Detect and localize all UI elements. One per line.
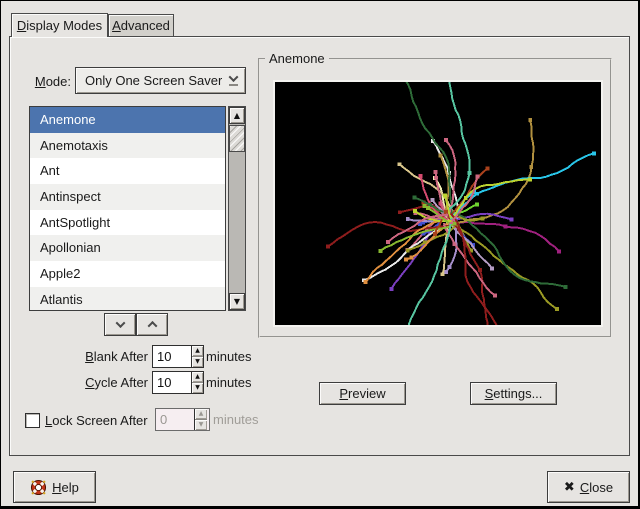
list-item[interactable]: Anemone <box>30 107 225 133</box>
list-item[interactable]: AntSpotlight <box>30 210 225 236</box>
blank-after-input[interactable] <box>153 346 191 367</box>
lock-after-unit: minutes <box>213 412 259 427</box>
blank-after-increment[interactable]: ▲ <box>192 346 203 356</box>
scroll-down-button[interactable]: ▼ <box>229 293 245 310</box>
lock-screen-label: Lock Screen After <box>45 413 148 428</box>
list-item[interactable]: Ant <box>30 158 225 184</box>
list-item[interactable]: Apple2 <box>30 261 225 287</box>
tab-advanced[interactable]: Advanced <box>108 14 174 36</box>
mode-label: Mode: <box>11 74 71 89</box>
close-button-label: Close <box>580 480 613 495</box>
cycle-after-unit: minutes <box>206 375 252 390</box>
list-item[interactable]: Atlantis <box>30 287 225 311</box>
cycle-after-input[interactable] <box>153 372 191 393</box>
list-scrollbar[interactable]: ▲ ▼ <box>228 106 246 311</box>
tab-advanced-label: Advanced <box>112 18 170 33</box>
blank-after-decrement[interactable]: ▼ <box>192 356 203 367</box>
preview-group-title: Anemone <box>265 51 329 66</box>
cycle-after-decrement[interactable]: ▼ <box>192 382 203 393</box>
spin-down-icon: ▼ <box>195 385 200 391</box>
scroll-up-icon: ▲ <box>234 112 240 120</box>
combo-arrow-icon <box>222 68 245 93</box>
list-item[interactable]: Antinspect <box>30 184 225 210</box>
cycle-after-spinner[interactable]: ▲ ▼ <box>152 371 204 394</box>
settings-button-label: Settings... <box>485 386 543 401</box>
mode-selected-value: Only One Screen Saver <box>76 73 222 88</box>
help-button-label: Help <box>52 480 79 495</box>
scrollbar-thumb[interactable] <box>229 125 245 152</box>
spin-down-icon: ▼ <box>199 422 204 428</box>
help-lifebuoy-icon <box>30 479 47 496</box>
mode-select[interactable]: Only One Screen Saver <box>75 67 246 94</box>
blank-after-unit: minutes <box>206 349 252 364</box>
help-button[interactable]: Help <box>13 471 96 503</box>
settings-button[interactable]: Settings... <box>470 382 557 405</box>
spin-up-icon: ▲ <box>195 348 200 354</box>
lock-screen-checkbox[interactable] <box>25 413 40 428</box>
list-item[interactable]: Anemotaxis <box>30 133 225 159</box>
lock-after-input <box>156 409 194 430</box>
list-item[interactable]: Apollonian <box>30 235 225 261</box>
lock-after-spinner: ▲ ▼ <box>155 408 210 431</box>
screensaver-preview <box>273 80 603 327</box>
chevron-down-icon <box>115 318 125 328</box>
scroll-down-icon: ▼ <box>234 298 240 306</box>
close-x-icon: ✖ <box>564 481 575 494</box>
blank-after-label: Blank After <box>1 349 148 364</box>
tab-display-modes-label: Display Modes <box>17 18 102 33</box>
anemone-render <box>275 82 601 325</box>
tab-display-modes[interactable]: Display Modes <box>11 13 108 37</box>
spin-up-icon: ▲ <box>195 374 200 380</box>
select-previous-button[interactable] <box>136 313 168 336</box>
blank-after-spinner[interactable]: ▲ ▼ <box>152 345 204 368</box>
scroll-up-button[interactable]: ▲ <box>229 107 245 124</box>
preview-button[interactable]: Preview <box>319 382 406 405</box>
lock-after-increment: ▲ <box>195 409 207 419</box>
spin-up-icon: ▲ <box>199 411 204 417</box>
spin-down-icon: ▼ <box>195 359 200 365</box>
screensaver-list: AnemoneAnemotaxisAntAntinspectAntSpotlig… <box>29 106 226 311</box>
chevron-up-icon <box>147 321 157 331</box>
screensaver-preferences-window: Display Modes Advanced Mode: Only One Sc… <box>0 0 640 509</box>
cycle-after-increment[interactable]: ▲ <box>192 372 203 382</box>
lock-after-decrement: ▼ <box>195 419 207 430</box>
select-next-button[interactable] <box>104 313 136 336</box>
preview-button-label: Preview <box>339 386 385 401</box>
close-button[interactable]: ✖ Close <box>547 471 630 503</box>
cycle-after-label: Cycle After <box>1 375 148 390</box>
